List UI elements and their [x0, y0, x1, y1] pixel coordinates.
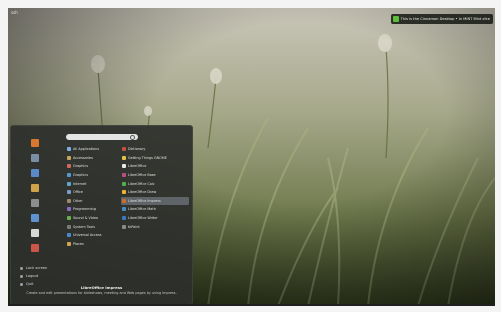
category-item-icon — [67, 190, 71, 195]
app-item-label: Getting Things GNOME — [128, 155, 167, 160]
category-item-label: All Applications — [73, 147, 99, 152]
app-item[interactable]: Dictionary — [121, 145, 189, 154]
app-item[interactable]: LibreOffice — [121, 162, 189, 171]
top-left-label: ssh — [11, 10, 18, 15]
terminal-icon — [392, 16, 399, 22]
app-item[interactable]: LibreOffice Base — [121, 171, 189, 180]
app-item-icon — [122, 173, 126, 178]
app-item-icon — [122, 216, 126, 221]
category-item-icon — [67, 164, 71, 169]
category-item-label: Graphics — [73, 173, 88, 178]
category-item-icon — [67, 181, 71, 186]
category-item-label: System Tools — [73, 224, 96, 229]
category-item[interactable]: Programming — [66, 205, 118, 214]
category-item-label: Graphics — [73, 164, 88, 169]
app-item[interactable]: LibreOffice Draw — [121, 188, 189, 197]
notification-text: This is the Cinnamon Desktop • In MINT M… — [400, 17, 490, 21]
app-item[interactable]: LibreOffice Writer — [121, 214, 189, 223]
category-item-icon — [67, 147, 71, 152]
app-item-icon — [122, 164, 126, 169]
category-item[interactable]: Graphics — [66, 171, 118, 180]
app-item-label: LibreOffice Writer — [128, 216, 158, 221]
category-item-label: Places — [73, 241, 84, 246]
category-item[interactable]: All Applications — [66, 145, 118, 154]
app-item-icon — [122, 190, 126, 195]
category-item-label: Office — [73, 190, 83, 195]
notification-popup[interactable]: This is the Cinnamon Desktop • In MINT M… — [390, 14, 493, 24]
category-item[interactable]: Graphics — [66, 162, 118, 171]
app-item-label: tkPaint — [128, 224, 140, 229]
application-menu[interactable]: Lock screen Logout Quit All Applications… — [10, 125, 193, 305]
app-item-label: LibreOffice Base — [128, 173, 156, 178]
bottom-panel[interactable] — [8, 304, 495, 306]
app-item[interactable]: LibreOffice Impress — [121, 196, 189, 206]
app-item-label: LibreOffice Draw — [128, 190, 157, 195]
app-item-icon — [122, 147, 126, 152]
app-item-label: LibreOffice Impress — [128, 198, 161, 203]
category-item[interactable]: Other — [66, 197, 118, 206]
text-editor-icon[interactable] — [31, 214, 39, 222]
app-item[interactable]: Getting Things GNOME — [121, 154, 189, 163]
app-item-label: Dictionary — [128, 147, 146, 152]
desktop[interactable]: ssh This is the Cinnamon Desktop • In MI… — [8, 8, 495, 306]
category-item-icon — [67, 216, 71, 221]
category-item[interactable]: Places — [66, 240, 118, 249]
app-item-label: LibreOffice Calc — [128, 181, 155, 186]
lock-screen-button[interactable]: Lock screen — [20, 264, 47, 272]
category-item[interactable]: Sound & Video — [66, 214, 118, 223]
app-item-icon — [122, 198, 126, 203]
category-item[interactable]: Office — [66, 188, 118, 197]
app-description-title: LibreOffice Impress — [80, 285, 123, 290]
category-item-icon — [67, 241, 71, 246]
category-list: All Applications Accessories Graphics Graph… — [66, 145, 118, 248]
favorites-column — [26, 139, 44, 259]
application-list: Dictionary Getting Things GNOME LibreOffic… — [121, 145, 189, 231]
search-icon — [130, 135, 135, 140]
app-item-icon — [122, 207, 126, 212]
category-item-icon — [67, 224, 71, 229]
app-item[interactable]: LibreOffice Math — [121, 205, 189, 214]
app-description-text: Create and edit presentations for slides… — [26, 291, 177, 295]
software-manager-icon[interactable] — [31, 154, 39, 162]
app-item[interactable]: LibreOffice Calc — [121, 179, 189, 188]
search-input[interactable] — [66, 134, 138, 140]
app-item-icon — [122, 181, 126, 186]
category-item-label: Sound & Video — [73, 216, 98, 221]
category-item-icon — [67, 233, 71, 238]
category-item-icon — [67, 198, 71, 203]
app-item-icon — [122, 155, 126, 160]
office-icon[interactable] — [31, 244, 39, 252]
category-item-icon — [67, 173, 71, 178]
lock-icon — [20, 266, 23, 270]
app-item[interactable]: tkPaint — [121, 222, 189, 231]
files-icon[interactable] — [31, 199, 39, 207]
settings-icon[interactable] — [31, 169, 39, 177]
category-item-label: Programming — [73, 207, 96, 212]
category-item-label: Internet — [73, 181, 87, 186]
category-item[interactable]: Universal Access — [66, 231, 118, 240]
logout-button[interactable]: Logout — [20, 272, 47, 280]
category-item-icon — [67, 155, 71, 160]
app-item-icon — [122, 224, 126, 229]
terminal-icon[interactable] — [31, 184, 39, 192]
app-item-label: LibreOffice Math — [128, 207, 156, 212]
app-item-label: LibreOffice — [128, 164, 147, 169]
firefox-icon[interactable] — [31, 139, 39, 147]
category-item-label: Universal Access — [73, 233, 102, 238]
category-item-label: Accessories — [73, 155, 93, 160]
category-item[interactable]: Internet — [66, 179, 118, 188]
category-item-label: Other — [73, 198, 83, 203]
logout-icon — [20, 274, 23, 278]
category-item[interactable]: Accessories — [66, 154, 118, 163]
calculator-icon[interactable] — [31, 229, 39, 237]
category-item-icon — [67, 207, 71, 212]
category-item[interactable]: System Tools — [66, 222, 118, 231]
